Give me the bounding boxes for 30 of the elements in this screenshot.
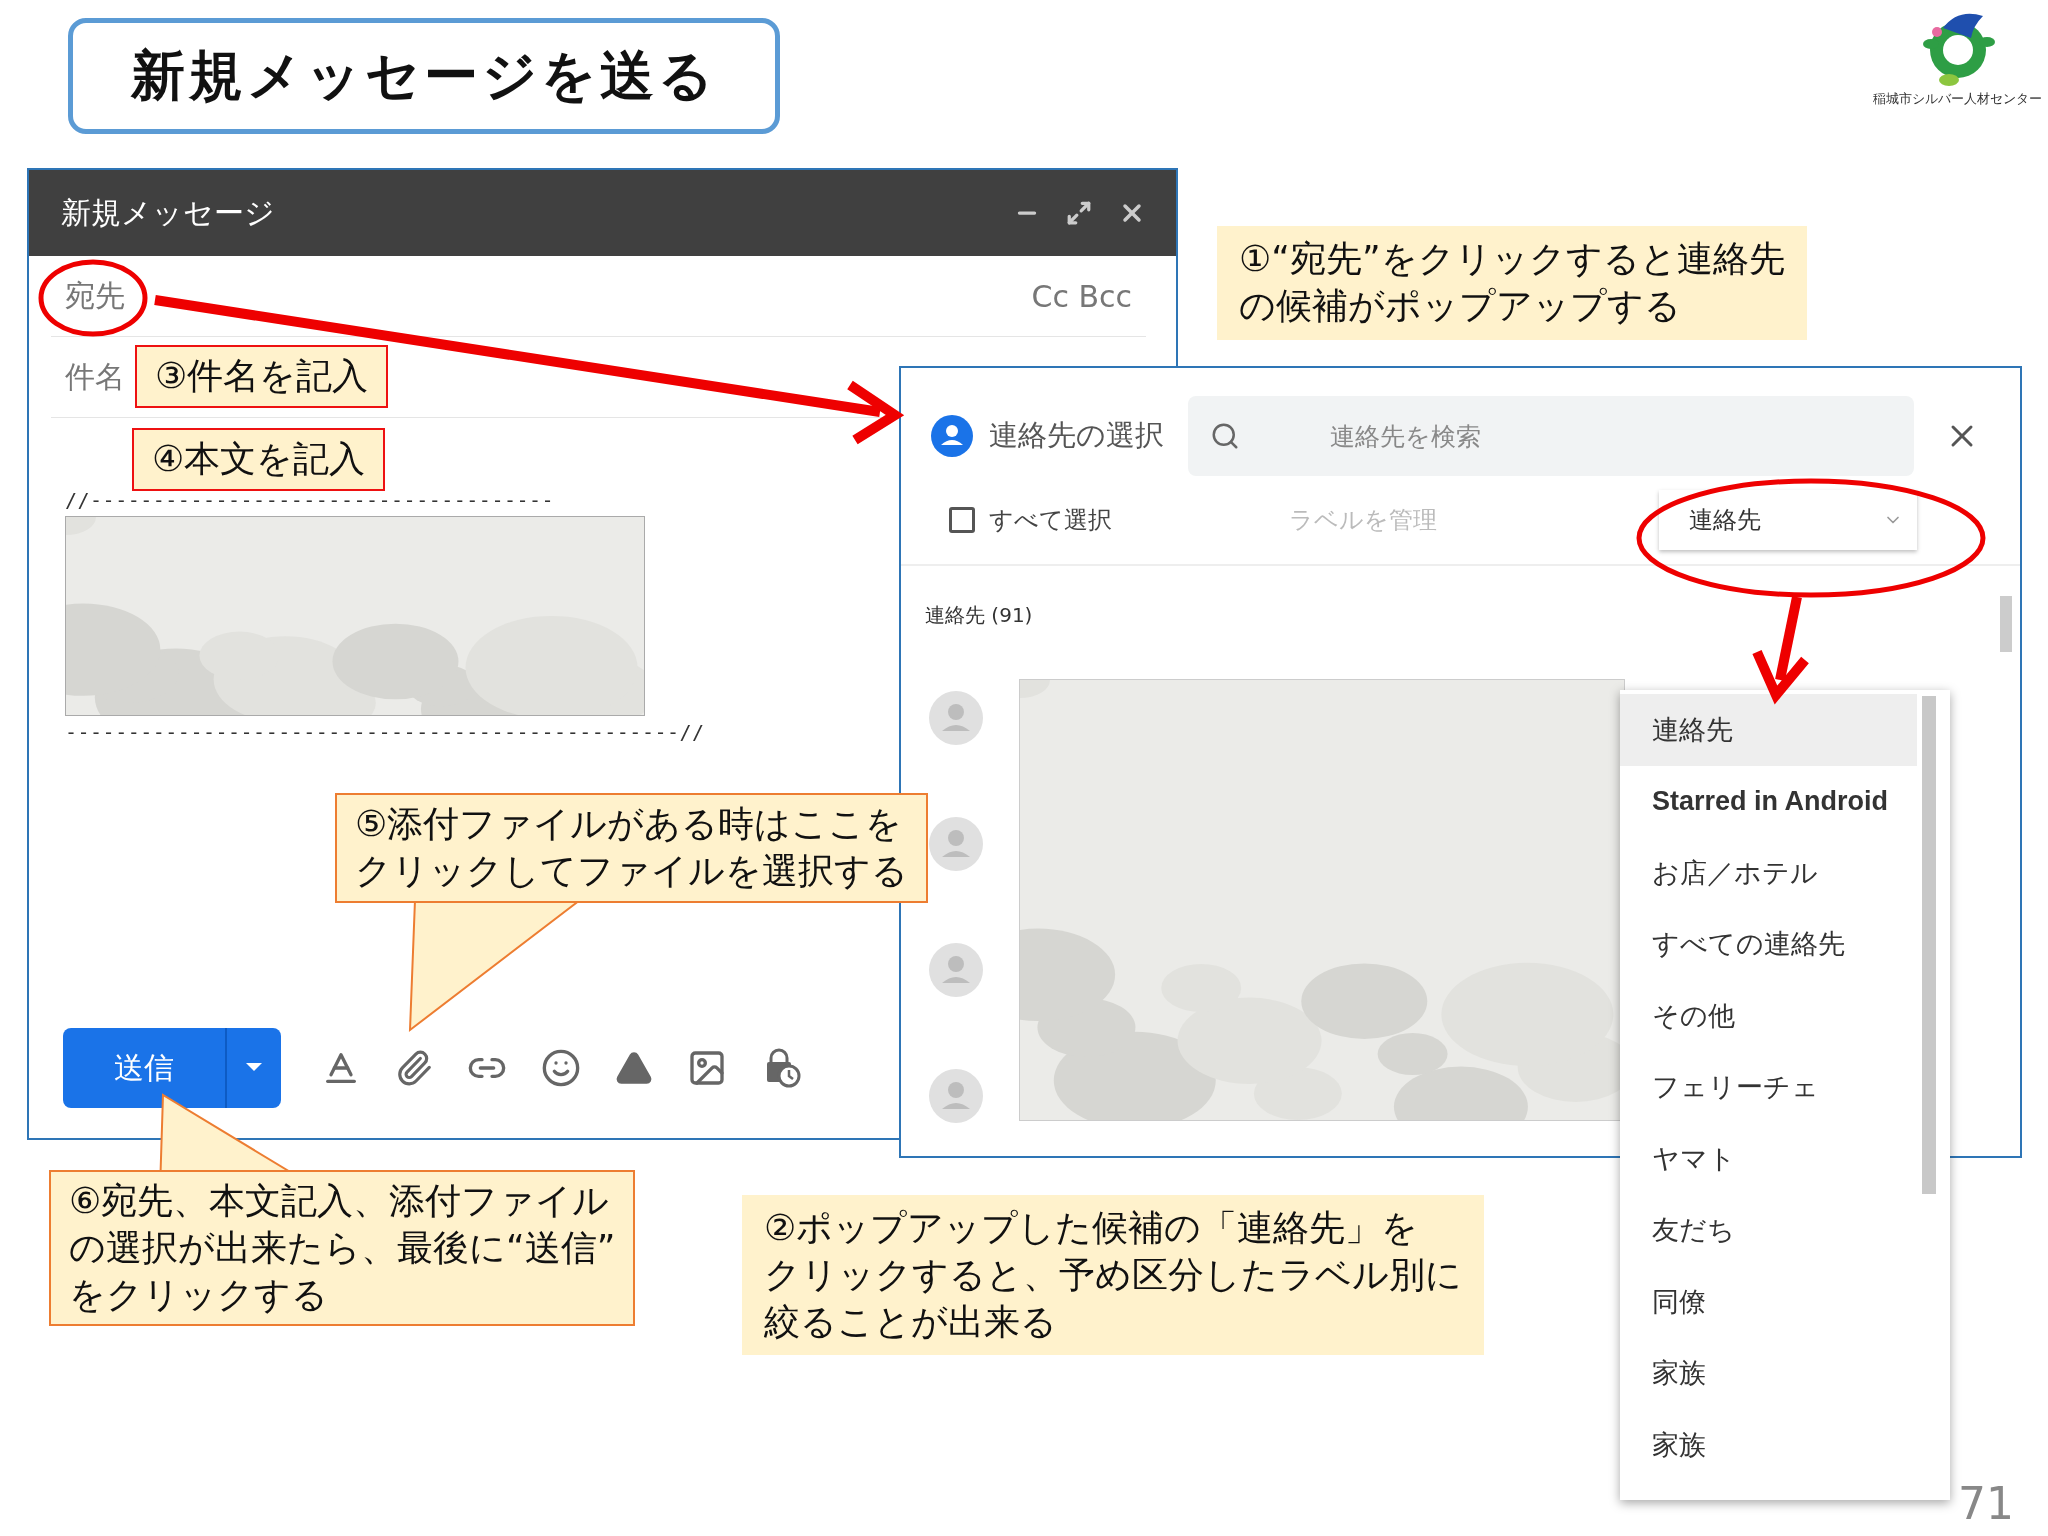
send-button[interactable]: 送信 [63, 1028, 227, 1108]
menu-item[interactable]: その他 [1620, 980, 1917, 1052]
window-title: 新規メッセージ [61, 193, 276, 232]
logo-caption: 稲城市シルバー人材センター [1873, 90, 2042, 108]
menu-item[interactable]: 連絡先 [1620, 694, 1917, 766]
dialog-title: 連絡先の選択 [989, 417, 1164, 454]
cc-bcc-link[interactable]: Cc Bcc [1031, 278, 1146, 314]
search-field[interactable]: 連絡先を検索 [1188, 396, 1914, 476]
menu-item[interactable]: Starred in Android [1620, 765, 1917, 837]
callout: ④本文を記入 [132, 428, 386, 491]
menu-item[interactable]: 家族 [1620, 1409, 1917, 1481]
subject-field-label[interactable]: 件名 [51, 356, 125, 398]
menu-item[interactable]: お店／ホテル [1620, 837, 1917, 909]
slide-title: 新規メッセージを送る [68, 18, 780, 134]
body-text: -------------------------------------------------// [65, 720, 706, 744]
menu-item[interactable]: 友だち [1620, 1194, 1917, 1266]
label-dropdown[interactable]: 連絡先 [1659, 490, 1917, 550]
menu-item[interactable]: 同僚 [1620, 1266, 1917, 1338]
menu-item[interactable]: すべての連絡先 [1620, 908, 1917, 980]
callout: ③件名を記入 [135, 345, 389, 408]
page-number: 71 [1958, 1478, 2014, 1529]
checkbox-label: すべて選択 [989, 505, 1112, 536]
body-text: //------------------------------------- [65, 488, 556, 512]
menu-item[interactable]: 家族 [1620, 1337, 1917, 1409]
menu-item[interactable]: ヤマト [1620, 1123, 1917, 1195]
callout: ①“宛先”をクリックすると連絡先 の候補がポップアップする [1217, 226, 1807, 340]
callout: ②ポップアップした候補の「連絡先」を クリックすると、予め区分したラベル別に 絞ることが出来る [742, 1195, 1484, 1356]
to-field-label[interactable]: 宛先 [51, 275, 125, 317]
section-heading: 連絡先 (91) [925, 602, 1034, 629]
menu-item[interactable]: フェリーチェ [1620, 1051, 1917, 1123]
